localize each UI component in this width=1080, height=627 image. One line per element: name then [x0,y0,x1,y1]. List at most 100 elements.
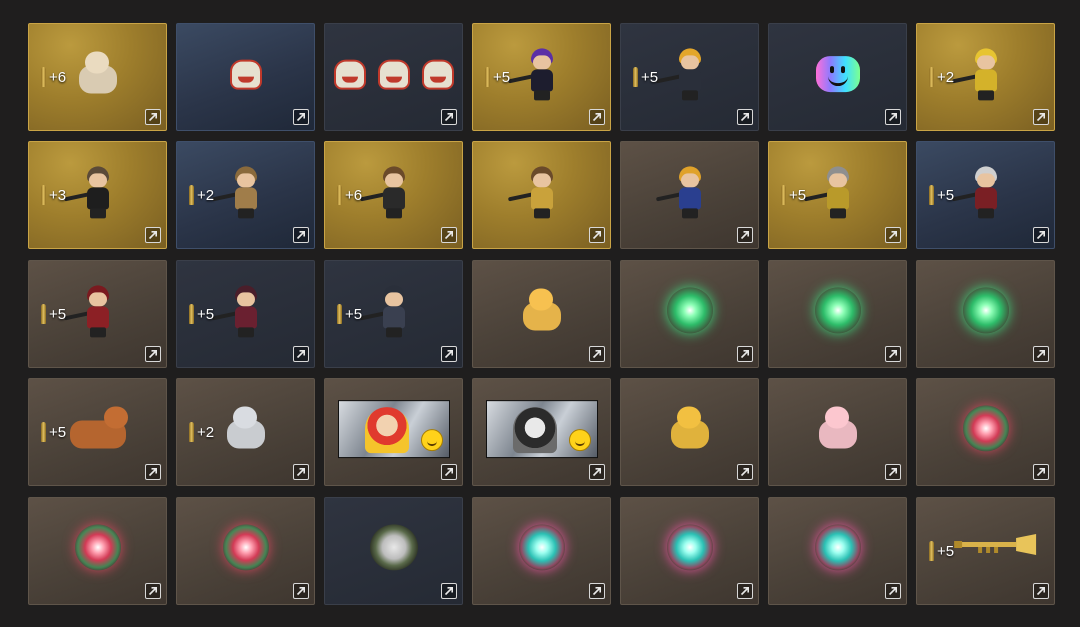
lion-dance-set-icon [333,59,454,90]
inventory-tile[interactable]: +5 [176,260,315,368]
expand-arrow-icon[interactable] [1033,227,1049,243]
inventory-tile[interactable]: +5 [472,23,611,131]
inventory-tile[interactable] [620,497,759,605]
expand-arrow-icon[interactable] [885,227,901,243]
inventory-tile[interactable] [916,378,1055,486]
crimson-soldier-icon [63,285,118,338]
inventory-tile[interactable]: +5 [916,497,1055,605]
pet-head [528,288,553,311]
bonus-value: +5 [197,305,215,323]
legs [237,327,254,338]
expand-arrow-icon[interactable] [885,346,901,362]
inventory-tile[interactable] [324,378,463,486]
inventory-tile[interactable]: +5 [324,260,463,368]
inventory-tile[interactable] [620,260,759,368]
ammo-bullet-icon [189,185,194,205]
inventory-tile[interactable]: +3 [28,141,167,249]
inventory-tile[interactable]: +5 [28,378,167,486]
expand-arrow-icon[interactable] [589,227,605,243]
expand-arrow-icon[interactable] [737,109,753,125]
inventory-tile[interactable] [916,260,1055,368]
inventory-tile[interactable]: +6 [324,141,463,249]
inventory-tile[interactable] [28,497,167,605]
expand-arrow-icon[interactable] [589,464,605,480]
inventory-tile[interactable] [472,260,611,368]
inventory-tile[interactable]: +2 [176,141,315,249]
face [88,292,107,307]
inventory-grid: +6 +5 +5 +2 +3 +2 +6 +5 +5 +5 +5 +5 +5 +2 +5 [0,0,1080,627]
expand-arrow-icon[interactable] [145,346,161,362]
inventory-tile[interactable] [768,260,907,368]
expand-arrow-icon[interactable] [293,109,309,125]
hamster-pet-icon [670,406,709,450]
inventory-tile[interactable]: +2 [176,378,315,486]
inventory-tile[interactable]: +2 [916,23,1055,131]
blue-sniper-soldier-icon [655,166,710,219]
expand-arrow-icon[interactable] [1033,346,1049,362]
inventory-tile[interactable]: +5 [620,23,759,131]
bonus-badge: +2 [189,185,214,205]
inventory-tile[interactable] [620,141,759,249]
bonus-badge: +3 [41,185,66,205]
expand-arrow-icon[interactable] [885,583,901,599]
expand-arrow-icon[interactable] [293,227,309,243]
expand-arrow-icon[interactable] [1033,583,1049,599]
bonus-value: +5 [345,305,363,323]
inventory-tile[interactable] [324,23,463,131]
teal-pink-orb-icon [814,524,861,571]
expand-arrow-icon[interactable] [293,464,309,480]
inventory-tile[interactable] [620,378,759,486]
bonus-badge: +6 [41,67,66,87]
inventory-tile[interactable] [324,497,463,605]
expand-arrow-icon[interactable] [441,346,457,362]
inventory-tile[interactable] [472,378,611,486]
expand-arrow-icon[interactable] [145,227,161,243]
outfit [974,69,997,92]
expand-arrow-icon[interactable] [885,109,901,125]
expand-arrow-icon[interactable] [589,109,605,125]
inventory-tile[interactable] [768,23,907,131]
expand-arrow-icon[interactable] [293,583,309,599]
inventory-tile[interactable]: +5 [916,141,1055,249]
inventory-tile[interactable] [472,497,611,605]
inventory-tile[interactable] [176,23,315,131]
expand-arrow-icon[interactable] [145,109,161,125]
bonus-badge: +6 [337,185,362,205]
eye [840,66,845,74]
tiger-pet-icon [522,288,561,332]
expand-arrow-icon[interactable] [737,227,753,243]
expand-arrow-icon[interactable] [441,227,457,243]
inventory-tile[interactable] [472,141,611,249]
expand-arrow-icon[interactable] [1033,109,1049,125]
expand-arrow-icon[interactable] [441,583,457,599]
bonus-value: +2 [197,186,215,204]
ammo-bullet-icon [781,185,786,205]
inventory-tile[interactable]: +5 [768,141,907,249]
bonus-badge: +5 [189,304,214,324]
expand-arrow-icon[interactable] [441,464,457,480]
legs [89,208,106,219]
ammo-bullet-icon [189,304,194,324]
expand-arrow-icon[interactable] [1033,464,1049,480]
expand-arrow-icon[interactable] [737,583,753,599]
inventory-tile[interactable] [176,497,315,605]
expand-arrow-icon[interactable] [589,346,605,362]
expand-arrow-icon[interactable] [737,464,753,480]
expand-arrow-icon[interactable] [145,464,161,480]
expand-arrow-icon[interactable] [885,464,901,480]
inventory-tile[interactable] [768,497,907,605]
bonus-badge: +5 [781,185,806,205]
bonus-value: +5 [937,542,955,560]
expand-arrow-icon[interactable] [441,109,457,125]
expand-arrow-icon[interactable] [589,583,605,599]
expand-arrow-icon[interactable] [145,583,161,599]
lion-pet-icon [78,51,117,95]
expand-arrow-icon[interactable] [737,346,753,362]
inventory-tile[interactable]: +5 [28,260,167,368]
inventory-tile[interactable]: +6 [28,23,167,131]
ammo-bullet-icon [485,67,490,87]
face [384,292,403,307]
inventory-tile[interactable] [768,378,907,486]
outfit [234,306,257,329]
expand-arrow-icon[interactable] [293,346,309,362]
